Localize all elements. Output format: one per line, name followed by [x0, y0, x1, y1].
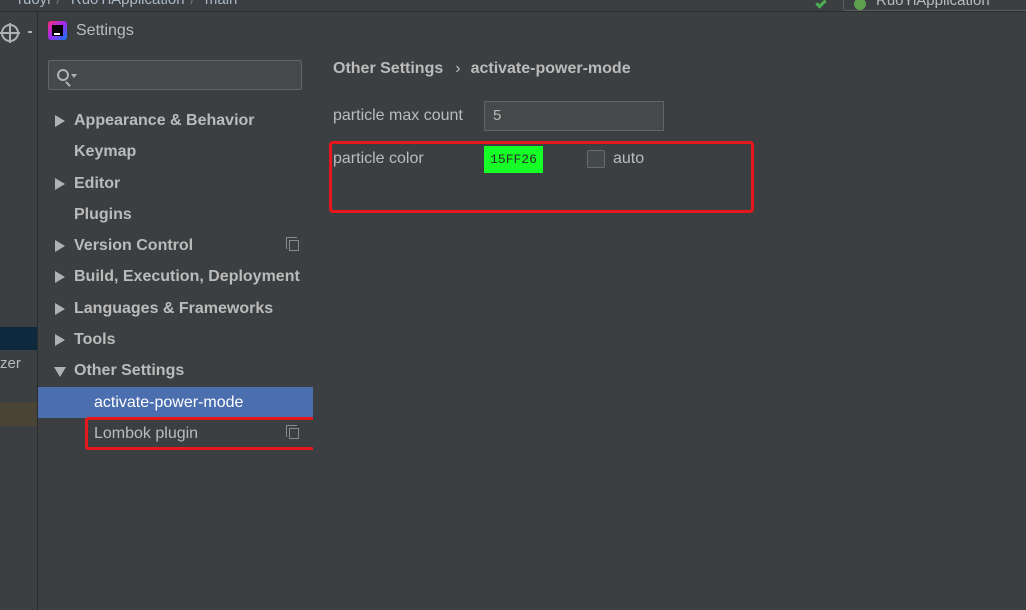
tree-item-other-settings[interactable]: Other Settings — [38, 355, 313, 386]
run-configuration-select[interactable]: RuoYiApplication — [843, 0, 1026, 11]
tree-item-label: Appearance & Behavior — [74, 112, 255, 129]
breadcrumb-parent[interactable]: Other Settings — [333, 60, 443, 77]
build-check-icon[interactable] — [815, 0, 827, 9]
auto-checkbox[interactable] — [587, 150, 605, 168]
tree-item-appearance-behavior[interactable]: Appearance & Behavior — [38, 105, 313, 136]
expand-arrow-icon[interactable] — [55, 271, 65, 284]
tree-item-label: Tools — [74, 331, 116, 349]
auto-checkbox-label[interactable]: auto — [613, 150, 644, 168]
tree-item-version-control[interactable]: Version Control — [38, 230, 313, 261]
particle-max-count-label: particle max count — [333, 107, 463, 124]
ide-breadcrumb: ruoyi/ RuoYiApplication/ main — [18, 0, 243, 8]
tree-item-languages-frameworks[interactable]: Languages & Frameworks — [38, 293, 313, 324]
settings-dialog: Settings Appearance & Behavior Keymap Ed… — [38, 12, 1026, 610]
breadcrumb-separator: › — [455, 60, 461, 77]
expand-arrow-icon[interactable] — [55, 240, 65, 253]
settings-content: Other Settings › activate-power-mode parti… — [313, 48, 1026, 610]
project-tree-selection[interactable] — [0, 327, 37, 350]
tree-item-tools[interactable]: Tools — [38, 324, 313, 355]
tree-item-label: Editor — [74, 174, 121, 192]
expand-arrow-icon[interactable] — [55, 302, 65, 315]
expand-arrow-icon[interactable] — [55, 115, 65, 127]
locate-icon[interactable] — [0, 23, 20, 43]
tree-item-keymap[interactable]: Keymap — [38, 136, 313, 167]
breadcrumb: Other Settings › activate-power-mode — [333, 60, 631, 78]
project-tree-highlight — [0, 402, 37, 426]
screen: ruoyi/ RuoYiApplication/ main RuoYiAppli… — [0, 0, 1026, 610]
settings-tree: Appearance & Behavior Keymap Editor Plug… — [38, 105, 313, 449]
particle-max-count-input[interactable]: 5 — [484, 101, 664, 131]
run-configuration-label: RuoYiApplication — [876, 0, 990, 9]
ide-crumb-class[interactable]: RuoYiApplication — [71, 0, 185, 8]
tree-item-editor[interactable]: Editor — [38, 168, 313, 199]
breadcrumb-current: activate-power-mode — [470, 60, 631, 77]
ide-project-panel: zer — [0, 12, 38, 610]
dialog-title: Settings — [76, 22, 134, 39]
tree-item-label: Languages & Frameworks — [74, 299, 274, 317]
settings-sidebar: Appearance & Behavior Keymap Editor Plug… — [38, 48, 316, 610]
tree-item-label: activate-power-mode — [94, 393, 244, 411]
ide-navbar: ruoyi/ RuoYiApplication/ main RuoYiAppli… — [0, 0, 1026, 12]
expand-arrow-icon[interactable] — [55, 334, 65, 347]
dialog-titlebar: Settings — [38, 12, 1026, 48]
tree-item-activate-power-mode[interactable]: activate-power-mode — [38, 386, 313, 418]
tree-item-label: Plugins — [74, 205, 132, 223]
spring-icon — [854, 0, 866, 10]
tree-item-label: Version Control — [74, 237, 194, 255]
tree-item-label: Build, Execution, Deployment — [74, 268, 300, 286]
intellij-logo-icon — [48, 21, 67, 40]
settings-search-input[interactable] — [48, 60, 302, 90]
tree-item-lombok-plugin[interactable]: Lombok plugin — [38, 418, 313, 449]
project-settings-icon — [286, 237, 299, 252]
particle-color-swatch[interactable]: 15FF26 — [484, 146, 543, 173]
chevron-down-icon[interactable] — [71, 74, 77, 78]
ide-crumb-method[interactable]: main — [205, 0, 238, 8]
project-tree-item-fragment[interactable]: zer — [0, 355, 21, 372]
project-settings-icon — [286, 424, 299, 439]
tree-item-label: Keymap — [74, 143, 137, 161]
panel-options-icon[interactable] — [28, 31, 32, 33]
tree-item-build-execution-deployment[interactable]: Build, Execution, Deployment — [38, 261, 313, 292]
expand-arrow-icon[interactable] — [55, 177, 65, 190]
ide-crumb-project[interactable]: ruoyi — [18, 0, 51, 8]
tree-item-label: Other Settings — [74, 362, 185, 380]
particle-color-label: particle color — [333, 150, 424, 167]
tree-item-label: Lombok plugin — [94, 424, 199, 442]
search-icon[interactable] — [57, 69, 69, 81]
tree-item-plugins[interactable]: Plugins — [38, 199, 313, 230]
collapse-arrow-icon[interactable] — [54, 367, 66, 378]
